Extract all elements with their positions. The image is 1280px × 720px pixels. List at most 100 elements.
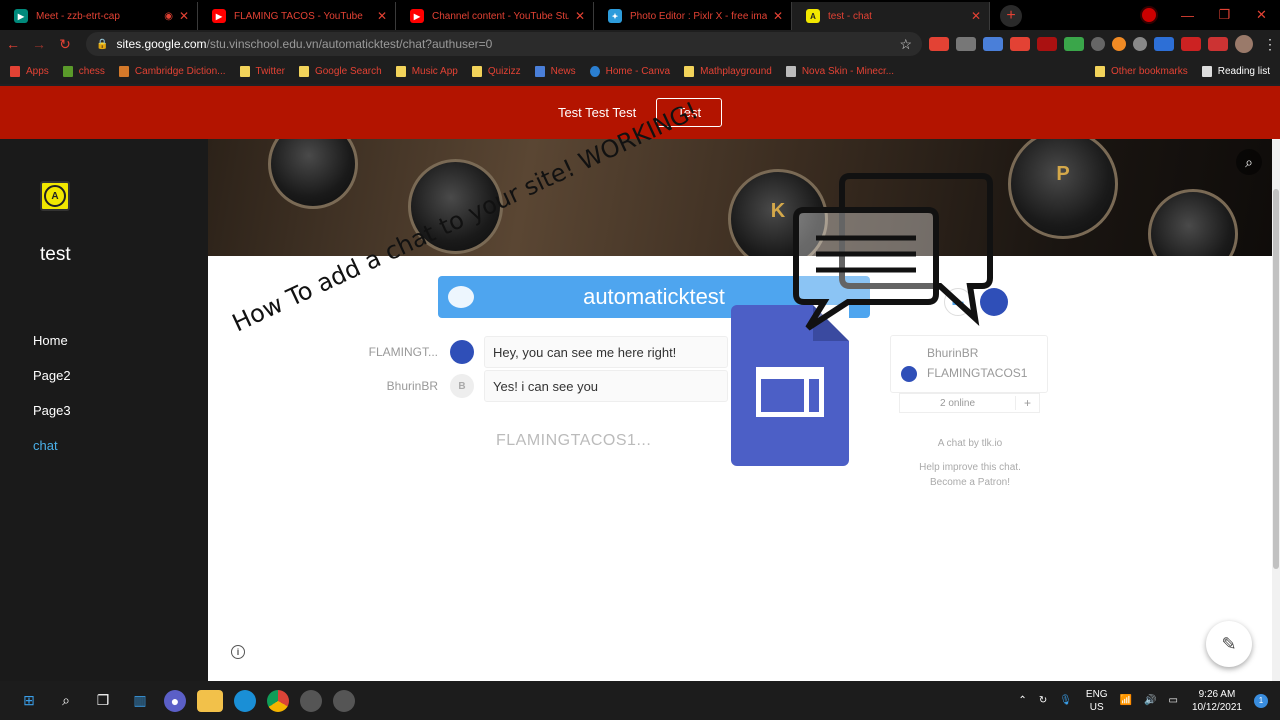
widgets-icon[interactable]: ▥ <box>127 690 153 712</box>
nav-item-page2[interactable]: Page2 <box>33 368 71 383</box>
logo-letter: A <box>44 185 66 207</box>
browser-tab[interactable]: ✦ Photo Editor : Pixlr X - free image ed… <box>594 2 792 30</box>
close-tab-icon[interactable]: ✕ <box>179 9 189 23</box>
avatar <box>450 340 474 364</box>
bookmark-extension-icon[interactable] <box>1010 37 1030 51</box>
tab-title: Meet - zzb-etrt-cap <box>36 10 120 22</box>
puzzle-extension-icon[interactable] <box>1208 37 1228 51</box>
task-view-icon[interactable]: ❐ <box>90 690 116 712</box>
typewriter-key-image <box>268 139 358 209</box>
apps-grid-icon <box>10 65 20 77</box>
wifi-extension-icon[interactable] <box>1154 37 1174 51</box>
chrome-profile-icon[interactable] <box>300 689 322 712</box>
wifi-icon[interactable]: 📶 <box>1120 695 1132 706</box>
bookmark-item[interactable]: News <box>534 65 576 77</box>
close-tab-icon[interactable]: ✕ <box>377 9 387 23</box>
typewriter-key-image <box>1148 189 1238 256</box>
patron-line[interactable]: Help improve this chat. <box>890 460 1050 475</box>
bookmark-item[interactable]: Twitter <box>239 65 285 77</box>
reload-icon[interactable]: ↻ <box>52 36 78 53</box>
lock-icon[interactable]: 🔒 <box>96 39 108 50</box>
orange-extension-icon[interactable] <box>1112 37 1126 51</box>
message-text: Hey, you can see me here right! <box>484 336 728 368</box>
bookmark-item[interactable]: Music App <box>395 65 458 77</box>
bookmark-item[interactable]: Google Search <box>298 65 382 77</box>
bookmark-item[interactable]: Home - Canva <box>589 65 670 77</box>
clock[interactable]: 9:26 AM 10/12/2021 <box>1192 688 1242 714</box>
search-icon[interactable]: ⌕ <box>53 690 79 712</box>
language-indicator[interactable]: ENG US <box>1086 688 1108 714</box>
new-tab-button[interactable]: + <box>1000 5 1022 27</box>
battery-icon[interactable]: ▭ <box>1168 695 1177 706</box>
browser-tab-active[interactable]: A test - chat ✕ <box>792 2 990 30</box>
nav-item-home[interactable]: Home <box>33 333 68 348</box>
nav-item-chat[interactable]: chat <box>33 438 58 453</box>
file-explorer-icon[interactable] <box>197 689 223 712</box>
bookmark-item[interactable]: Nova Skin - Minecr... <box>785 65 894 77</box>
site-logo[interactable]: A <box>40 181 70 211</box>
chevron-up-icon[interactable]: ⌃ <box>1018 695 1026 706</box>
grid-extension-icon[interactable] <box>956 37 976 51</box>
nav-item-page3[interactable]: Page3 <box>33 403 71 418</box>
red-extension-icon[interactable] <box>1181 37 1201 51</box>
info-icon[interactable]: i <box>231 645 245 659</box>
teams-chat-icon[interactable]: ● <box>164 689 186 712</box>
reading-list[interactable]: Reading list <box>1201 65 1270 77</box>
bookmark-item[interactable]: Cambridge Diction... <box>118 65 226 77</box>
back-icon[interactable]: ← <box>0 36 26 52</box>
url-path: /stu.vinschool.edu.vn/automaticktest/cha… <box>206 37 493 51</box>
header-title[interactable]: Test Test Test <box>558 105 636 120</box>
bookmark-item[interactable]: Mathplayground <box>684 65 772 77</box>
forward-icon[interactable]: → <box>26 36 52 52</box>
site-name[interactable]: test <box>40 244 71 266</box>
user-item[interactable]: BhurinBR <box>927 346 978 360</box>
shield-extension-icon[interactable] <box>1064 37 1084 51</box>
page-scrollbar[interactable] <box>1272 139 1280 681</box>
cloud-chat-icon <box>448 286 474 308</box>
windows-start-icon[interactable]: ⊞ <box>16 690 42 712</box>
add-user-button[interactable]: + <box>1015 396 1039 410</box>
translate-extension-icon[interactable] <box>983 37 1003 51</box>
browser-tab[interactable]: ▶ FLAMING TACOS - YouTube ✕ <box>198 2 396 30</box>
bookmark-item[interactable]: Quizizz <box>471 65 521 77</box>
patron-link[interactable]: Become a Patron! <box>890 475 1050 490</box>
close-window-icon[interactable]: ✕ <box>1243 0 1280 30</box>
browser-tab[interactable]: ▶ Channel content - YouTube Studio ✕ <box>396 2 594 30</box>
tlkio-credit[interactable]: A chat by tlk.io <box>890 436 1050 451</box>
typewriter-key-image: P <box>1008 139 1118 239</box>
gauge-extension-icon[interactable] <box>1133 37 1147 51</box>
edit-pencil-button[interactable]: ✎ <box>1206 621 1252 667</box>
avatar[interactable] <box>1235 35 1253 53</box>
circle-extension-icon[interactable] <box>1091 37 1105 51</box>
chrome-profile-icon[interactable] <box>333 689 355 712</box>
maximize-icon[interactable]: ❐ <box>1206 0 1243 30</box>
chrome-icon[interactable] <box>267 689 289 712</box>
bookmark-star-icon[interactable]: ☆ <box>899 36 912 53</box>
browser-tab[interactable]: ▶ Meet - zzb-etrt-cap ◉ ✕ <box>0 2 198 30</box>
other-bookmarks[interactable]: Other bookmarks <box>1095 65 1188 77</box>
record-indicator-icon[interactable] <box>1140 6 1158 24</box>
address-bar[interactable]: 🔒 sites.google.com/stu.vinschool.edu.vn/… <box>86 32 922 56</box>
close-tab-icon[interactable]: ✕ <box>575 9 585 23</box>
folder-icon <box>471 65 482 77</box>
bookmark-item[interactable]: chess <box>62 65 105 77</box>
message-author[interactable]: FLAMINGT... <box>358 345 438 359</box>
volume-icon[interactable]: 🔊 <box>1144 695 1156 706</box>
scrollbar-thumb[interactable] <box>1273 189 1279 569</box>
close-tab-icon[interactable]: ✕ <box>971 9 981 23</box>
canva-icon <box>589 65 600 77</box>
lastpass-extension-icon[interactable] <box>1037 37 1057 51</box>
bookmark-item[interactable]: Apps <box>10 65 49 77</box>
message-author[interactable]: BhurinBR <box>358 379 438 393</box>
user-item[interactable]: FLAMINGTACOS1 <box>927 366 1027 380</box>
close-tab-icon[interactable]: ✕ <box>773 9 783 23</box>
sync-icon[interactable]: ↻ <box>1039 695 1047 706</box>
notification-badge[interactable]: 1 <box>1254 693 1268 708</box>
minimize-icon[interactable]: — <box>1169 0 1206 30</box>
menu-icon[interactable]: ⋮ <box>1263 36 1277 53</box>
microphone-icon[interactable]: 🎙 <box>1059 695 1072 706</box>
search-icon[interactable]: ⌕ <box>1236 149 1262 175</box>
cambridge-icon <box>118 65 129 77</box>
edge-icon[interactable] <box>234 689 256 712</box>
gmail-extension-icon[interactable] <box>929 37 949 51</box>
